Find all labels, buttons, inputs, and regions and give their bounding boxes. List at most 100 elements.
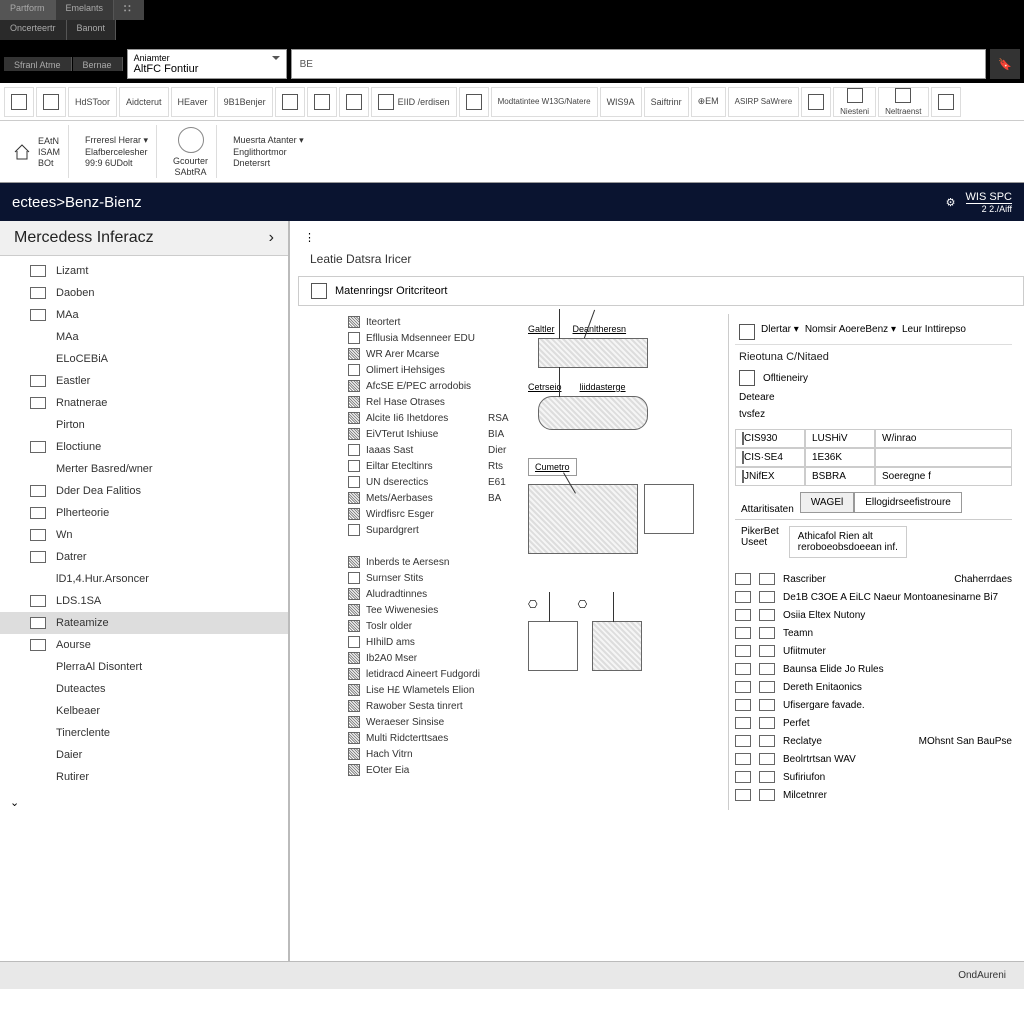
checklist1-row-4[interactable]: AfcSE E/PEC arrodobis: [348, 378, 518, 394]
sidebar-item-1[interactable]: Daoben: [0, 282, 288, 304]
grid-00[interactable]: CIS930: [735, 429, 805, 448]
rp-tab-1[interactable]: WAGEl: [800, 492, 854, 512]
checklist2-row-1[interactable]: Surnser Stits: [348, 570, 518, 586]
mini-tab-1[interactable]: Sfranl Atme: [4, 57, 72, 71]
checklist2-row-11[interactable]: Multi Ridcterttsaes: [348, 730, 518, 746]
sidebar-scroll-down[interactable]: ⌄: [0, 792, 288, 813]
rp-list-item-3[interactable]: Teamn: [735, 624, 1012, 642]
sidebar-item-19[interactable]: Duteactes: [0, 678, 288, 700]
checkbox-icon[interactable]: [348, 716, 360, 728]
sidebar-item-0[interactable]: Lizamt: [0, 260, 288, 282]
checkbox-icon[interactable]: [348, 652, 360, 664]
checklist1-row-0[interactable]: Iteortert: [348, 314, 518, 330]
checkbox-icon[interactable]: [348, 508, 360, 520]
checkbox-icon[interactable]: [348, 428, 360, 440]
sidebar-item-15[interactable]: LDS.1SA: [0, 590, 288, 612]
checkbox-icon[interactable]: [348, 764, 360, 776]
sidebar-item-12[interactable]: Wn: [0, 524, 288, 546]
checklist2-row-0[interactable]: Inberds te Aersesn: [348, 554, 518, 570]
checklist2-row-3[interactable]: Tee Wiwenesies: [348, 602, 518, 618]
checkbox-icon[interactable]: [348, 412, 360, 424]
tab-1[interactable]: Partform: [0, 0, 56, 20]
checklist1-row-3[interactable]: Olimert iHehsiges: [348, 362, 518, 378]
checkbox-icon[interactable]: [348, 556, 360, 568]
checklist2-row-5[interactable]: HIhilD ams: [348, 634, 518, 650]
tool-icon-3[interactable]: [275, 87, 305, 117]
checkbox-icon[interactable]: [348, 748, 360, 760]
tool-oem[interactable]: ⊕EM: [691, 87, 726, 117]
checklist1-row-10[interactable]: UN dserecticsE61: [348, 474, 518, 490]
rp-list-item-9[interactable]: ReclatyeMOhsnt San BauPse: [735, 732, 1012, 750]
sidebar-item-5[interactable]: Eastler: [0, 370, 288, 392]
grid-20[interactable]: JNifEX: [735, 467, 805, 486]
rp-list-item-11[interactable]: Sufiriufon: [735, 768, 1012, 786]
ribbon-gauge[interactable]: Gcourter SAbtRA: [173, 125, 208, 178]
sidebar-item-8[interactable]: Eloctiune: [0, 436, 288, 458]
tool-aidcterut[interactable]: Aidcterut: [119, 87, 169, 117]
checklist2-row-13[interactable]: EOter Eia: [348, 762, 518, 778]
tab-2[interactable]: Emelants: [56, 0, 115, 20]
checkbox-icon[interactable]: [348, 444, 360, 456]
grid-11[interactable]: 1E36K: [805, 448, 875, 467]
tool-hdstoor[interactable]: HdSToor: [68, 87, 117, 117]
tool-wis9a[interactable]: WIS9A: [600, 87, 642, 117]
checklist1-row-6[interactable]: Alcite Ii6 IhetdoresRSA: [348, 410, 518, 426]
checklist1-row-8[interactable]: Iaaas SastDier: [348, 442, 518, 458]
sidebar-item-10[interactable]: Dder Dea Falitios: [0, 480, 288, 502]
checklist2-row-8[interactable]: Lise H£ Wlametels Elion: [348, 682, 518, 698]
ribbon-home-icon[interactable]: [12, 125, 32, 178]
ribbon-frreresl[interactable]: Frreresl Herar ▾ Elafbercelesher 99:9 6U…: [85, 125, 148, 178]
tool-saiftrinr[interactable]: Saiftrinr: [644, 87, 689, 117]
gear-icon[interactable]: ⚙: [946, 196, 956, 209]
rp-list-item-12[interactable]: Milcetnrer: [735, 786, 1012, 804]
sidebar-item-4[interactable]: ELoCEBiA: [0, 348, 288, 370]
rp-list-item-1[interactable]: De1B C3OE A EiLC Naeur Montoanesinarne B…: [735, 588, 1012, 606]
rp-list-item-4[interactable]: Ufiitmuter: [735, 642, 1012, 660]
checkbox-icon[interactable]: [348, 588, 360, 600]
checkbox-icon[interactable]: [348, 524, 360, 536]
tool-neltraenst[interactable]: Neltraenst: [878, 87, 928, 117]
tab-row2-1[interactable]: Oncerteertr: [0, 20, 67, 40]
sidebar-item-18[interactable]: PlerraAl Disontert: [0, 656, 288, 678]
tool-modtat[interactable]: Modtatintee W13G/Natere: [491, 87, 598, 117]
checkbox-icon[interactable]: [348, 460, 360, 472]
grid-10[interactable]: CIS·SE4: [735, 448, 805, 467]
checkbox-icon[interactable]: [348, 620, 360, 632]
sidebar-item-2[interactable]: MAa: [0, 304, 288, 326]
rp-list-item-0[interactable]: RascriberChaherrdaes: [735, 570, 1012, 588]
tool-niesteni[interactable]: Niesteni: [833, 87, 876, 117]
url-dropdown[interactable]: Aniamter AltFC Fontiur: [127, 49, 287, 79]
checklist1-row-11[interactable]: Mets/AerbasesBA: [348, 490, 518, 506]
checklist2-row-7[interactable]: letidracd Aineert Fudgordi: [348, 666, 518, 682]
grid-01[interactable]: LUSHiV: [805, 429, 875, 448]
tool-benjer[interactable]: 9B1Benjer: [217, 87, 273, 117]
checklist2-row-9[interactable]: Rawober Sesta tinrert: [348, 698, 518, 714]
checkbox-icon[interactable]: [348, 348, 360, 360]
checklist1-row-9[interactable]: Eiltar EtecltinrsRts: [348, 458, 518, 474]
tool-icon-4[interactable]: [307, 87, 337, 117]
checklist1-row-7[interactable]: EiVTerut IshiuseBIA: [348, 426, 518, 442]
sidebar-item-14[interactable]: lD1,4.Hur.Arsoncer: [0, 568, 288, 590]
tool-asirp[interactable]: ASIRP SaWrere: [728, 87, 800, 117]
checklist1-row-12[interactable]: Wirdfisrc Esger: [348, 506, 518, 522]
tool-icon-5[interactable]: [339, 87, 369, 117]
rp-list-item-5[interactable]: Baunsa Elide Jo Rules: [735, 660, 1012, 678]
sidebar-item-6[interactable]: Rnatnerae: [0, 392, 288, 414]
checkbox-icon[interactable]: [348, 364, 360, 376]
checklist2-row-4[interactable]: Toslr older: [348, 618, 518, 634]
rp-tab-2[interactable]: Ellogidrseefistroure: [854, 492, 962, 512]
rp-list-item-10[interactable]: Beolrtrtsan WAV: [735, 750, 1012, 768]
checklist1-row-2[interactable]: WR Arer Mcarse: [348, 346, 518, 362]
sidebar-item-9[interactable]: Merter Basred/wner: [0, 458, 288, 480]
sidebar-item-17[interactable]: Aourse: [0, 634, 288, 656]
checklist1-row-13[interactable]: Supardgrert: [348, 522, 518, 538]
tab-row2-2[interactable]: Banont: [67, 20, 117, 40]
checkbox-icon[interactable]: [348, 396, 360, 408]
bookmark-icon[interactable]: 🔖: [990, 49, 1020, 79]
url-input[interactable]: BE: [291, 49, 986, 79]
tab-menu-icon[interactable]: [114, 0, 144, 20]
tool-heaver[interactable]: HEaver: [171, 87, 215, 117]
rp-item-1[interactable]: Ofltieneiry: [739, 367, 1008, 389]
sidebar-item-22[interactable]: Daier: [0, 744, 288, 766]
rp-list-item-7[interactable]: Ufisergare favade.: [735, 696, 1012, 714]
